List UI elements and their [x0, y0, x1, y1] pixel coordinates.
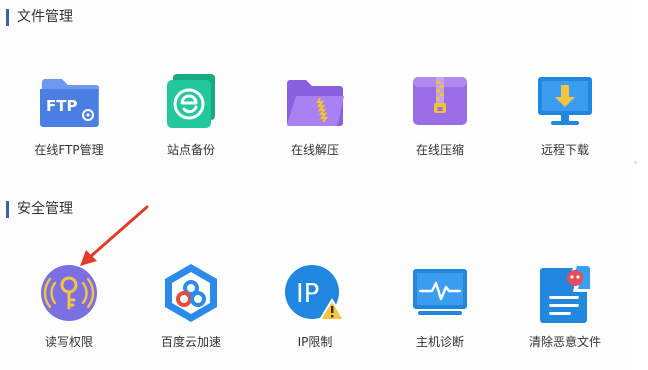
section-accent-bar	[6, 200, 9, 218]
online-unzip-icon	[280, 66, 350, 136]
ip-restriction-icon: IP	[280, 258, 350, 328]
tools-panel: 文件管理 FTP 在线FTP管理 站点备份 在线解压 在线压缩 远程下载 安全管…	[0, 0, 637, 370]
tile-label: 在线FTP管理	[34, 143, 104, 157]
host-diagnosis-icon	[405, 258, 475, 328]
ftp-folder-icon: FTP	[34, 66, 104, 136]
tile-host-diagnosis[interactable]: 主机诊断	[380, 258, 500, 368]
section-accent-bar	[6, 8, 9, 26]
section-header-security-management: 安全管理	[6, 198, 73, 220]
remote-download-icon	[530, 66, 600, 136]
baidu-cloud-acceleration-icon	[156, 258, 226, 328]
online-compress-icon	[405, 66, 475, 136]
read-write-permission-icon	[34, 258, 104, 328]
ip-badge-text: IP	[296, 279, 319, 309]
tile-baidu-cloud-acceleration[interactable]: 百度云加速	[131, 258, 251, 368]
tile-online-compress[interactable]: 在线压缩	[380, 66, 500, 176]
clear-malicious-files-icon	[530, 258, 600, 328]
tile-ip-restriction[interactable]: IP IP限制	[255, 258, 375, 368]
section-title: 文件管理	[17, 9, 73, 25]
tile-label: 在线解压	[290, 143, 339, 157]
ftp-badge-text: FTP	[46, 97, 77, 115]
tile-label: 清除恶意文件	[528, 335, 601, 349]
tile-clear-malicious-files[interactable]: 清除恶意文件	[505, 258, 625, 368]
divider-dot	[634, 161, 637, 164]
section-title: 安全管理	[17, 201, 73, 217]
tile-label: 主机诊断	[415, 335, 464, 349]
tile-label: 远程下载	[540, 143, 589, 157]
tile-label: 在线压缩	[415, 143, 464, 157]
tile-read-write-permission[interactable]: 读写权限	[9, 258, 129, 368]
section-header-file-management: 文件管理	[6, 6, 73, 28]
tile-label: 站点备份	[166, 143, 215, 157]
tile-label: IP限制	[297, 335, 333, 349]
tile-label: 百度云加速	[160, 335, 221, 349]
tile-label: 读写权限	[44, 335, 93, 349]
tile-online-unzip[interactable]: 在线解压	[255, 66, 375, 176]
tile-online-ftp[interactable]: FTP 在线FTP管理	[9, 66, 129, 176]
tile-remote-download[interactable]: 远程下载	[505, 66, 625, 176]
tile-site-backup[interactable]: 站点备份	[131, 66, 251, 176]
site-backup-icon	[156, 66, 226, 136]
